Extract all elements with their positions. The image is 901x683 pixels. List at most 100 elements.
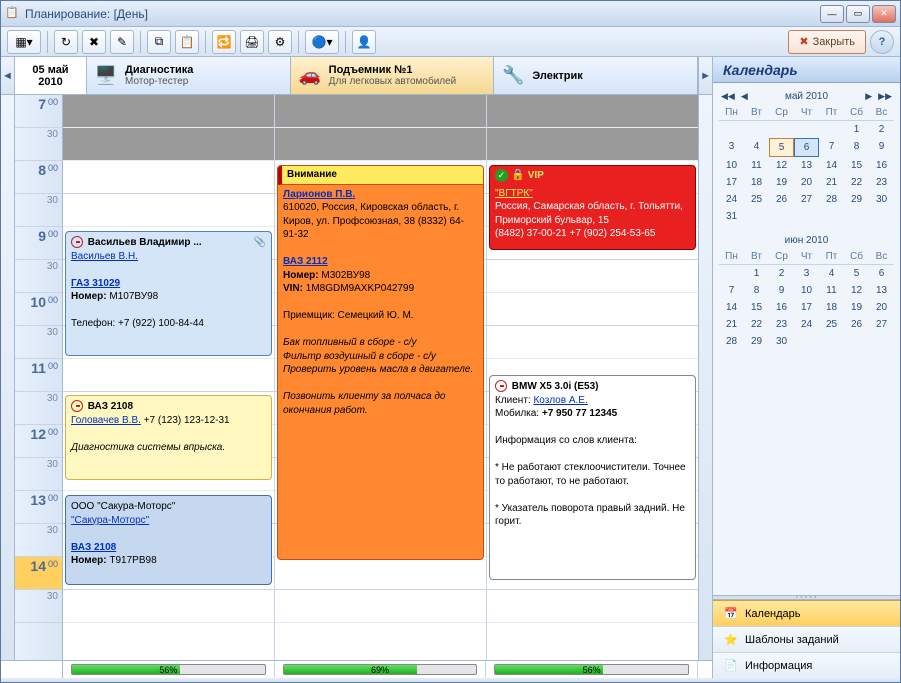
appointment-vasilev[interactable]: 📎 Васильев Владимир ... Васильев В.Н. ГА…: [65, 231, 272, 356]
calendar-day[interactable]: 14: [719, 299, 744, 316]
calendar-day[interactable]: 10: [719, 157, 744, 174]
calendar-day[interactable]: 28: [719, 333, 744, 350]
recurring-button[interactable]: 🔁: [212, 30, 236, 54]
calendar-day[interactable]: 12: [769, 157, 794, 174]
calendar-day[interactable]: 27: [869, 316, 894, 333]
calendar-day[interactable]: 24: [719, 191, 744, 208]
calendar-day[interactable]: 7: [719, 282, 744, 299]
calendar-day[interactable]: 17: [719, 174, 744, 191]
column-lift[interactable]: Внимание Ларионов П.В. 610020, Россия, К…: [275, 95, 487, 660]
tab-templates[interactable]: ⭐ Шаблоны заданий: [713, 626, 900, 652]
copy-button[interactable]: ⧉: [147, 30, 171, 54]
calendar-day[interactable]: 15: [744, 299, 769, 316]
calendar-day[interactable]: 17: [794, 299, 819, 316]
appointment-vnimanie[interactable]: Внимание Ларионов П.В. 610020, Россия, К…: [277, 165, 484, 560]
calendar-day[interactable]: 20: [794, 174, 819, 191]
minimize-button[interactable]: —: [820, 5, 844, 23]
calendar-day[interactable]: 9: [769, 282, 794, 299]
calendar-day[interactable]: 23: [869, 174, 894, 191]
prev-year-arrow[interactable]: ◀◀: [719, 91, 737, 102]
calendar-day[interactable]: 26: [844, 316, 869, 333]
calendar-day[interactable]: 16: [769, 299, 794, 316]
calendar-day[interactable]: 14: [819, 157, 844, 174]
close-button[interactable]: ✖ Закрыть: [788, 30, 866, 54]
calendar-day[interactable]: 13: [869, 282, 894, 299]
vehicle-link[interactable]: ВАЗ 2112: [283, 256, 328, 267]
org-link[interactable]: "Сакура-Моторс": [71, 515, 149, 526]
client-link[interactable]: Васильев В.Н.: [71, 251, 138, 262]
settings-button[interactable]: ⚙: [268, 30, 292, 54]
column-electric[interactable]: ✓ 🔒 VIP "ВГТРК" Россия, Самарская област…: [487, 95, 698, 660]
appointment-bmw[interactable]: BMW X5 3.0i (E53) Клиент: Козлов А.Е. Мо…: [489, 375, 696, 580]
calendar-day[interactable]: 18: [819, 299, 844, 316]
calendar-day[interactable]: 18: [744, 174, 769, 191]
client-link[interactable]: Козлов А.Е.: [533, 395, 587, 406]
calendar-day[interactable]: 24: [794, 316, 819, 333]
calendar-day[interactable]: 11: [819, 282, 844, 299]
calendar-day[interactable]: 21: [819, 174, 844, 191]
vehicle-link[interactable]: ГАЗ 31029: [71, 278, 120, 289]
calendar-day[interactable]: 6: [869, 265, 894, 282]
print-button[interactable]: 🖨: [240, 30, 264, 54]
date-column-header[interactable]: 05 май 2010: [15, 57, 87, 94]
next-day-arrow[interactable]: ►: [698, 57, 712, 94]
calendar-day[interactable]: 16: [869, 157, 894, 174]
calendar-day[interactable]: 22: [744, 316, 769, 333]
calendar-day[interactable]: 2: [869, 121, 894, 138]
calendar-day[interactable]: 23: [769, 316, 794, 333]
prev-day-arrow[interactable]: ◄: [1, 57, 15, 94]
calendar-day[interactable]: 25: [819, 316, 844, 333]
calendar-day[interactable]: 1: [844, 121, 869, 138]
calendar-day[interactable]: 9: [869, 138, 894, 157]
calendar-day[interactable]: 21: [719, 316, 744, 333]
appointment-vaz2108[interactable]: ВАЗ 2108 Головачев В.В. +7 (123) 123-12-…: [65, 395, 272, 480]
calendar-day[interactable]: 5: [844, 265, 869, 282]
calendar-day[interactable]: 27: [794, 191, 819, 208]
resource-header-diagnostics[interactable]: 🖥️ Диагностика Мотор-тестер: [87, 57, 291, 94]
calendar-day[interactable]: 12: [844, 282, 869, 299]
calendar-day[interactable]: 25: [744, 191, 769, 208]
column-diagnostics[interactable]: 📎 Васильев Владимир ... Васильев В.Н. ГА…: [63, 95, 275, 660]
appointment-sakura[interactable]: ООО "Сакура-Моторс" "Сакура-Моторс" ВАЗ …: [65, 495, 272, 585]
calendar-day[interactable]: 8: [844, 138, 869, 157]
calendar-day[interactable]: 11: [744, 157, 769, 174]
calendar-day[interactable]: 13: [794, 157, 819, 174]
next-year-arrow[interactable]: ▶▶: [876, 91, 894, 102]
paste-button[interactable]: 📋: [175, 30, 199, 54]
calendar-day[interactable]: 29: [744, 333, 769, 350]
calendar-day[interactable]: 15: [844, 157, 869, 174]
refresh-button[interactable]: ↻: [54, 30, 78, 54]
color-dropdown[interactable]: 🔵▾: [305, 30, 339, 54]
calendar-day[interactable]: 3: [719, 138, 744, 157]
resource-header-electric[interactable]: 🔧 Электрик: [494, 57, 698, 94]
user-button[interactable]: 👤: [352, 30, 376, 54]
calendar-day[interactable]: 20: [869, 299, 894, 316]
calendar-day[interactable]: 30: [769, 333, 794, 350]
calendar-day[interactable]: 30: [869, 191, 894, 208]
calendar-day[interactable]: 4: [744, 138, 769, 157]
help-button[interactable]: ?: [870, 30, 894, 54]
window-close-button[interactable]: ✕: [872, 5, 896, 23]
calendar-day[interactable]: 3: [794, 265, 819, 282]
appointment-vip[interactable]: ✓ 🔒 VIP "ВГТРК" Россия, Самарская област…: [489, 165, 696, 250]
calendar-day[interactable]: 6: [794, 138, 819, 157]
prev-month-arrow[interactable]: ◀: [739, 91, 750, 102]
sidebar-resize-handle[interactable]: [713, 595, 900, 600]
vehicle-link[interactable]: ВАЗ 2108: [71, 542, 116, 553]
calendar-day[interactable]: 22: [844, 174, 869, 191]
calendar-day[interactable]: 2: [769, 265, 794, 282]
maximize-button[interactable]: ▭: [846, 5, 870, 23]
calendar-day[interactable]: 29: [844, 191, 869, 208]
calendar-day[interactable]: 26: [769, 191, 794, 208]
client-link[interactable]: Головачев В.В.: [71, 415, 141, 426]
calendar-day[interactable]: 4: [819, 265, 844, 282]
calendar-day[interactable]: 1: [744, 265, 769, 282]
calendar-day[interactable]: 28: [819, 191, 844, 208]
edit-button[interactable]: ✎: [110, 30, 134, 54]
view-dropdown[interactable]: ▦▾: [7, 30, 41, 54]
client-link[interactable]: Ларионов П.В.: [283, 189, 355, 200]
resource-header-lift[interactable]: 🚗 Подъемник №1 Для легковых автомобилей: [291, 57, 495, 94]
tab-info[interactable]: 📄 Информация: [713, 652, 900, 678]
calendar-day[interactable]: 10: [794, 282, 819, 299]
org-link[interactable]: "ВГТРК": [495, 188, 533, 199]
